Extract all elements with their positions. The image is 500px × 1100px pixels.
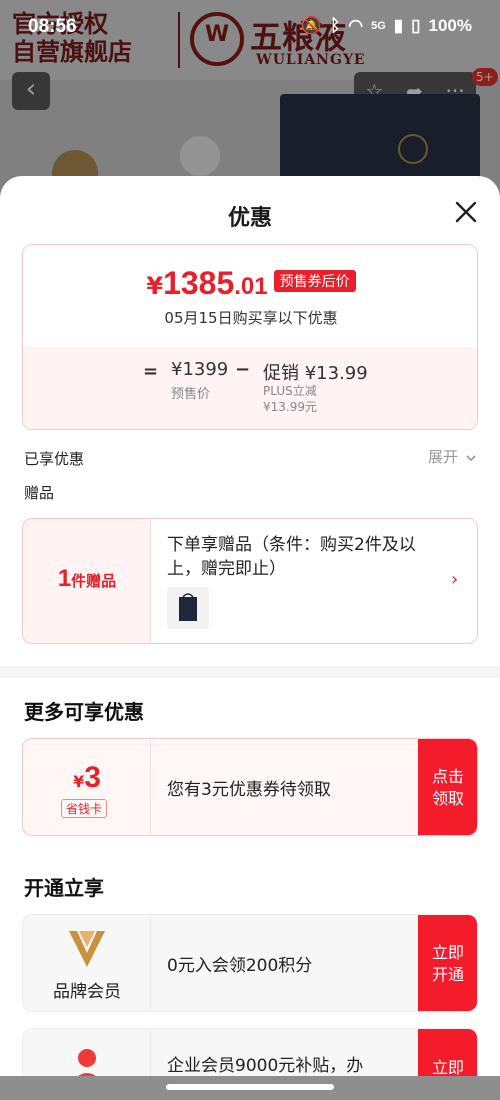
gift-card[interactable]: 1件赠品 下单享赠品（条件：购买2件及以上，赠完即止） › [22,518,478,644]
status-time: 08:56 [28,16,77,37]
brand-member-text: 0元入会领200积分 [167,956,313,976]
presale-label: 预售价 [171,387,211,402]
brand-member-card[interactable]: 品牌会员 0元入会领200积分 立即 开通 [22,914,478,1012]
join-button-line-1: 立即 [431,943,464,962]
presale-price: ¥1399 [171,359,229,380]
coupon-value: 3 [84,761,101,794]
open-membership-title: 开通立享 [24,876,104,900]
brand-member-icon [69,931,105,967]
coupon-amount: ¥3 [23,761,151,795]
enjoyed-label: 已享优惠 [24,450,85,468]
battery-level: 100% [428,16,472,35]
join-brand-member-button[interactable]: 立即 开通 [418,915,477,1011]
claim-button-line-1: 点击 [431,767,464,786]
expand-label: 展开 [428,448,459,466]
mute-icon: 🔕 [300,16,323,35]
status-bar: 08:56 🔕 ᛒ ◠ 5G ▮ ▯ 100% [0,0,500,56]
chevron-right-icon[interactable]: › [451,569,458,590]
equals-sign: = [143,361,159,382]
final-price: ¥1385.01 预售券后价 [23,265,477,302]
price-currency: ¥ [146,272,164,300]
more-offers-title: 更多可享优惠 [24,700,144,724]
claim-coupon-button[interactable]: 点击 领取 [418,739,477,835]
join-button-line-2: 开通 [431,965,464,984]
claim-button-line-2: 领取 [431,789,464,808]
signal-label: 5G [371,20,386,32]
wifi-icon: ◠ [348,16,364,35]
system-navigation-bar [0,1076,500,1100]
enterprise-member-text: 企业会员9000元补贴，办 [167,1056,364,1076]
promo-label: PLUS立减 ¥13.99元 [263,383,317,415]
discount-sheet: 优惠 ¥1385.01 预售券后价 05月15日购买享以下优惠 = ¥1399 预… [0,176,500,1100]
price-summary-card: ¥1385.01 预售券后价 05月15日购买享以下优惠 = ¥1399 预售价 … [22,244,478,430]
promo-label-line-1: PLUS立减 [263,384,317,398]
price-decimal: .01 [234,273,268,300]
coupon-panel: ¥3 省钱卡 [23,739,151,835]
chevron-down-icon [466,454,476,461]
price-summary-top: ¥1385.01 预售券后价 05月15日购买享以下优惠 [23,245,477,347]
promo-value: 促销 ¥13.99 [263,363,368,384]
status-icons: 🔕 ᛒ ◠ 5G ▮ ▯ 100% [301,16,472,36]
price-breakdown: = ¥1399 预售价 − 促销 ¥13.99 PLUS立减 ¥13.99元 [23,347,477,429]
close-icon[interactable] [450,196,482,228]
expand-toggle[interactable]: 展开 [428,446,477,467]
gift-section-label: 赠品 [24,484,55,502]
price-integer: 1385 [163,265,235,301]
gift-description: 下单享赠品（条件：购买2件及以上，赠完即止） [167,535,416,579]
gift-count-number: 1 [57,565,72,592]
savings-card-label: 省钱卡 [61,799,108,818]
price-subtitle: 05月15日购买享以下优惠 [164,309,338,327]
bluetooth-icon: ᛒ [330,16,341,35]
section-divider [0,666,500,678]
gift-count: 1件赠品 [23,565,151,593]
gift-count-suffix: 件赠品 [71,572,117,590]
brand-member-panel: 品牌会员 [23,915,151,1011]
coupon-card[interactable]: ¥3 省钱卡 您有3元优惠券待领取 点击 领取 [22,738,478,836]
signal-icon: ▮ [393,16,404,35]
coupon-currency: ¥ [73,772,85,791]
minus-sign: − [235,359,251,380]
price-tag-badge: 预售券后价 [273,270,356,292]
gift-bag-image [179,593,197,621]
coupon-text: 您有3元优惠券待领取 [167,780,331,800]
sheet-title: 优惠 [227,206,272,231]
home-gesture-pill[interactable] [166,1084,334,1090]
promo-label-line-2: ¥13.99元 [263,400,317,414]
gift-count-panel: 1件赠品 [23,519,151,643]
brand-member-label: 品牌会员 [53,982,121,1002]
gift-thumbnail[interactable] [167,587,209,629]
battery-icon: ▯ [411,16,421,35]
